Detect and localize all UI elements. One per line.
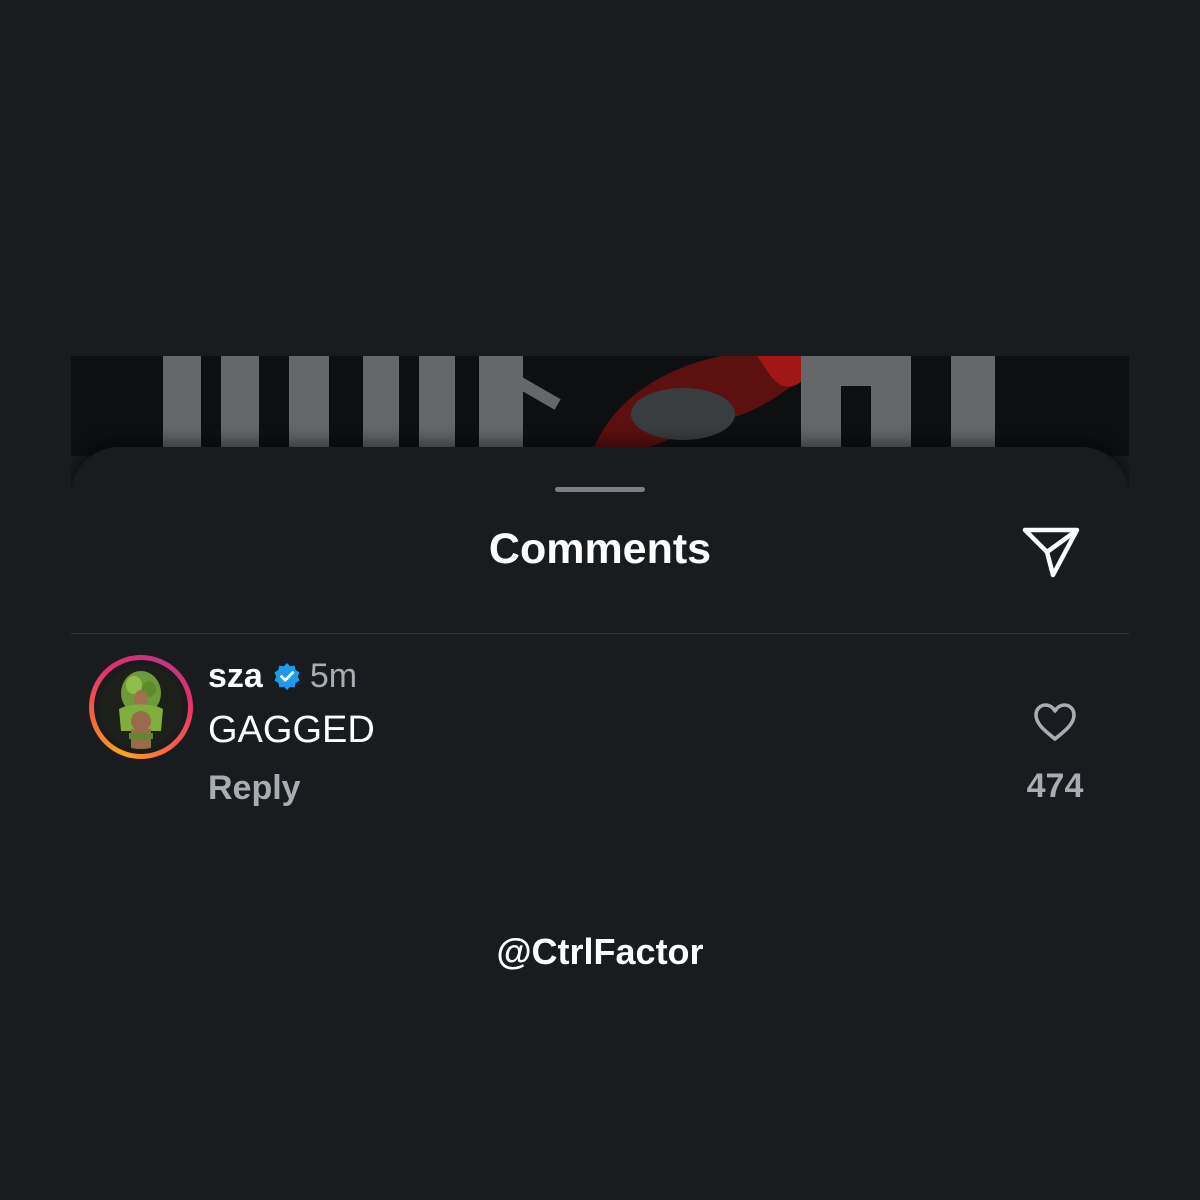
avatar-photo	[99, 665, 183, 749]
comment-text: GAGGED	[208, 709, 375, 751]
reply-button[interactable]: Reply	[208, 766, 301, 810]
comment-timestamp: 5m	[309, 656, 358, 695]
post-image-preview	[71, 356, 1129, 456]
verified-badge-icon	[273, 662, 301, 690]
heart-icon	[1034, 703, 1076, 741]
watermark-handle: @CtrlFactor	[496, 931, 704, 972]
send-icon	[1022, 527, 1080, 578]
comment-username[interactable]: sza	[208, 657, 263, 696]
comment-header: sza 5m	[208, 654, 357, 698]
share-button[interactable]	[1015, 517, 1087, 585]
post-image-graphic	[71, 356, 1129, 456]
comments-sheet: Comments sza 5m GAGGED Reply 474	[71, 447, 1129, 956]
sheet-drag-handle[interactable]	[555, 487, 645, 492]
comments-screenshot: Comments sza 5m GAGGED Reply 474	[71, 356, 1129, 956]
like-count: 474	[1026, 767, 1084, 805]
avatar-story-ring[interactable]	[89, 655, 193, 759]
like-button[interactable]	[1027, 696, 1083, 748]
sheet-title: Comments	[488, 525, 712, 573]
comment-item: sza 5m GAGGED Reply 474	[71, 634, 1129, 834]
avatar	[99, 665, 183, 749]
